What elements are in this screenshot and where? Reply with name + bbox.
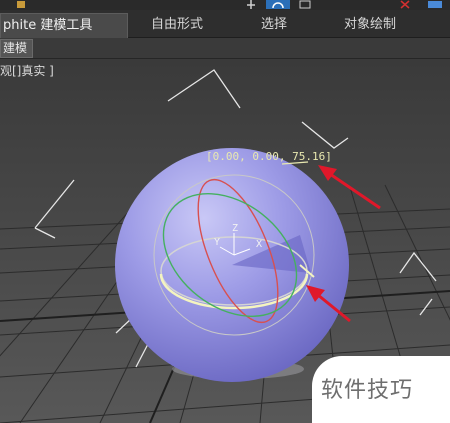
ribbon-tabs: phite 建模工具 自由形式 选择 对象绘制 [0, 10, 450, 38]
render-icon[interactable] [426, 0, 446, 9]
rotate-icon[interactable] [266, 0, 290, 9]
move-icon[interactable] [246, 0, 256, 9]
tab-freeform[interactable]: 自由形式 [151, 13, 203, 37]
tab-graphite-modeling-tools[interactable]: phite 建模工具 [0, 13, 128, 38]
main-toolbar [0, 0, 450, 10]
toolbar-icon-folder[interactable] [16, 0, 26, 9]
watermark-text: 软件技巧 [321, 378, 414, 403]
axis-label-y: Y [214, 237, 221, 248]
ribbon-panel-bar: 建模 [0, 38, 450, 59]
subtab-modeling[interactable]: 建模 [0, 39, 34, 58]
axis-label-x: X [256, 239, 263, 250]
tab-object-paint[interactable]: 对象绘制 [344, 13, 396, 37]
viewport-label[interactable]: 观[]真实 ] [0, 62, 54, 79]
app-window: phite 建模工具 自由形式 选择 对象绘制 建模 观[]真实] [0.00… [0, 0, 450, 423]
close-icon[interactable] [400, 0, 410, 9]
sphere-object[interactable] [115, 148, 349, 382]
axis-label-z: Z [232, 223, 239, 234]
coordinate-readout: [0.00, 0.00, 75.16] [206, 150, 332, 163]
scale-icon[interactable] [298, 0, 314, 9]
tab-selection[interactable]: 选择 [261, 13, 287, 37]
